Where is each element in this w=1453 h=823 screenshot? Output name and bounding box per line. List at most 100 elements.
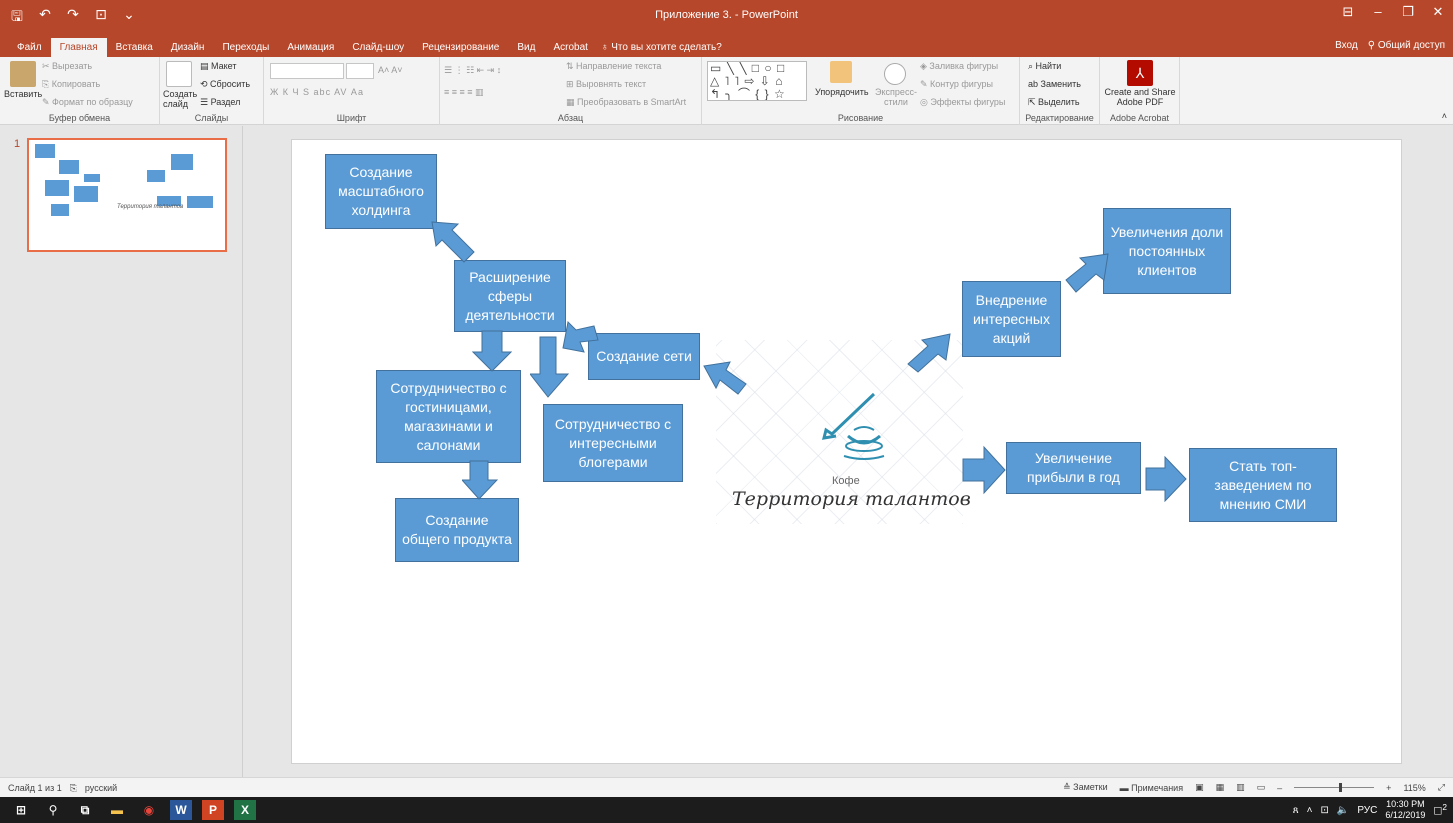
font-name-combo[interactable] xyxy=(270,63,344,79)
box-hotels[interactable]: Сотрудничество с гостиницами, магазинами… xyxy=(376,370,521,463)
clipboard-label: Буфер обмена xyxy=(48,113,111,123)
cut-label: Вырезать xyxy=(52,61,93,71)
list-buttons-icon[interactable]: ☰ ⋮ ☷ ⇤ ⇥ ↕ xyxy=(444,65,501,76)
font-grow-icon[interactable]: A˄ A˅ xyxy=(378,65,403,75)
share-button[interactable]: ⚲ Общий доступ xyxy=(1368,40,1445,51)
pen-icon: ✎ xyxy=(920,79,931,89)
box-top[interactable]: Стать топ-заведением по мнению СМИ xyxy=(1189,448,1337,522)
excel-icon[interactable]: X xyxy=(234,800,256,820)
tab-view[interactable]: Вид xyxy=(508,40,544,57)
shape-effects-button[interactable]: ◎ Эффекты фигуры xyxy=(920,97,1005,108)
logo-script-text: Территория талантов xyxy=(732,488,971,510)
zoom-in-icon[interactable]: + xyxy=(1386,783,1391,793)
input-language[interactable]: РУС xyxy=(1357,805,1377,816)
tab-acrobat[interactable]: Acrobat xyxy=(544,40,596,57)
collapse-ribbon-icon[interactable]: ˄ xyxy=(1442,111,1447,121)
find-button[interactable]: ⌕ Найти xyxy=(1028,61,1061,72)
word-icon[interactable]: W xyxy=(170,800,192,820)
section-button[interactable]: ☰ Раздел xyxy=(200,97,240,108)
file-explorer-icon[interactable]: ▬ xyxy=(106,800,128,820)
search-icon[interactable]: ⚲ xyxy=(42,800,64,820)
box-network[interactable]: Создание сети xyxy=(588,333,700,380)
volume-icon[interactable]: 🔈 xyxy=(1337,805,1349,816)
tab-slideshow[interactable]: Слайд-шоу xyxy=(343,40,413,57)
fit-slide-icon[interactable]: ⤢ xyxy=(1438,782,1445,793)
share-label: Общий доступ xyxy=(1377,40,1445,51)
close-icon[interactable]: ✕ xyxy=(1423,0,1453,24)
tab-animations[interactable]: Анимация xyxy=(278,40,343,57)
reset-button[interactable]: ⟲ Сбросить xyxy=(200,79,250,90)
tab-insert[interactable]: Вставка xyxy=(107,40,162,57)
tab-home[interactable]: Главная xyxy=(50,38,107,57)
slide-thumbnail[interactable]: Территория талантов xyxy=(27,138,227,252)
thumb-shape xyxy=(171,154,193,170)
spellcheck-icon[interactable]: ⎘ xyxy=(70,783,77,794)
arrange-button[interactable]: Упорядочить xyxy=(815,87,869,97)
smartart-button[interactable]: ▦ Преобразовать в SmartArt xyxy=(566,97,686,108)
box-promo[interactable]: Внедрение интересных акций xyxy=(962,281,1061,357)
tab-transitions[interactable]: Переходы xyxy=(213,40,278,57)
replace-button[interactable]: ab Заменить xyxy=(1028,79,1081,89)
tab-design[interactable]: Дизайн xyxy=(162,40,214,57)
zoom-slider[interactable] xyxy=(1294,783,1375,792)
zoom-out-icon[interactable]: – xyxy=(1277,783,1282,793)
tell-me-text: Что вы хотите сделать? xyxy=(611,42,722,53)
slideshow-view-icon[interactable]: ▭ xyxy=(1257,782,1266,793)
windows-start-icon[interactable]: ⊞ xyxy=(10,800,32,820)
normal-view-icon[interactable]: ▣ xyxy=(1195,782,1204,793)
signin-link[interactable]: Вход xyxy=(1335,40,1358,51)
search-icon: ⌕ xyxy=(1028,61,1036,71)
new-slide-button[interactable]: Создать слайд xyxy=(163,89,197,109)
minimize-icon[interactable]: – xyxy=(1363,0,1393,24)
box-expand[interactable]: Расширение сферы деятельности xyxy=(454,260,566,332)
network-icon[interactable]: ⊡ xyxy=(1320,805,1328,816)
sorter-view-icon[interactable]: ▦ xyxy=(1216,782,1225,793)
cut-button[interactable]: ✂ Вырезать xyxy=(42,61,92,72)
box-product[interactable]: Создание общего продукта xyxy=(395,498,519,562)
maximize-icon[interactable]: ❐ xyxy=(1393,0,1423,24)
cursor-icon: ⇱ xyxy=(1028,97,1039,107)
shape-fill-button[interactable]: ◈ Заливка фигуры xyxy=(920,61,998,72)
comments-button[interactable]: ▬ Примечания xyxy=(1120,783,1183,793)
font-size-combo[interactable] xyxy=(346,63,374,79)
align-buttons-icon[interactable]: ≡ ≡ ≡ ≡ ▥ xyxy=(444,87,484,98)
tell-me-box[interactable]: ♁ Что вы хотите сделать? xyxy=(597,40,731,57)
font-format-buttons[interactable]: Ж К Ч S abc AV Аа xyxy=(270,87,364,97)
zoom-level[interactable]: 115% xyxy=(1403,783,1425,793)
format-painter-button[interactable]: ✎ Формат по образцу xyxy=(42,97,133,108)
layout-button[interactable]: ▤ Макет xyxy=(200,61,237,72)
text-direction-button[interactable]: ⇅ Направление текста xyxy=(566,61,661,72)
tab-file[interactable]: Файл xyxy=(8,40,51,57)
ribbon-display-icon[interactable]: ⊟ xyxy=(1333,0,1363,24)
slide-canvas[interactable]: Кофе Территория талантов Создание масшта… xyxy=(291,139,1402,764)
shapes-gallery[interactable]: ▭ ╲ ╲ □ ○ □ △ ˥ ˥ ⇨ ⇩ ⌂ ↰ ╮ ⌒ { } ☆ xyxy=(707,61,807,101)
chrome-icon[interactable]: ◉ xyxy=(138,800,160,820)
task-view-icon[interactable]: ⧉ xyxy=(74,800,96,820)
paste-button[interactable]: Вставить xyxy=(4,89,42,99)
tray-chevron-icon[interactable]: ˄ xyxy=(1307,805,1313,816)
notification-icon[interactable]: ☐2 xyxy=(1433,802,1447,817)
box-clients[interactable]: Увеличения доли постоянных клиентов xyxy=(1103,208,1231,294)
thumb-shape xyxy=(35,144,55,158)
tab-review[interactable]: Рецензирование xyxy=(413,40,508,57)
notes-button[interactable]: ≙ Заметки xyxy=(1063,782,1107,793)
align-text-button[interactable]: ⊞ Выровнять текст xyxy=(566,79,646,90)
people-icon[interactable]: ጸ xyxy=(1293,805,1299,816)
clock[interactable]: 10:30 PM 6/12/2019 xyxy=(1385,799,1425,821)
select-button[interactable]: ⇱ Выделить xyxy=(1028,97,1080,108)
box-bloggers[interactable]: Сотрудничество с интересными блогерами xyxy=(543,404,683,482)
copy-button[interactable]: ⎘ Копировать xyxy=(42,79,100,90)
shape-outline-button[interactable]: ✎ Контур фигуры xyxy=(920,79,993,90)
reading-view-icon[interactable]: ▥ xyxy=(1236,782,1245,793)
ribbon: Вставить ✂ Вырезать ⎘ Копировать ✎ Форма… xyxy=(0,57,1453,125)
box-profit[interactable]: Увеличение прибыли в год xyxy=(1006,442,1141,494)
create-share-pdf-button[interactable]: Create and Share Adobe PDF xyxy=(1102,87,1178,107)
language-indicator[interactable]: русский xyxy=(85,783,117,794)
powerpoint-icon[interactable]: P xyxy=(202,800,224,820)
layout-label: Макет xyxy=(211,61,237,71)
box-holding[interactable]: Создание масштабного холдинга xyxy=(325,154,437,229)
quick-styles-button[interactable]: Экспресс-стили xyxy=(872,87,920,107)
zoom-thumb[interactable] xyxy=(1338,783,1342,792)
drawing-label: Рисование xyxy=(837,113,884,123)
title-bar: 🖫 ↶ ↷ ⊡ ⌄ Приложение 3. - PowerPoint ⊟ –… xyxy=(0,0,1453,38)
